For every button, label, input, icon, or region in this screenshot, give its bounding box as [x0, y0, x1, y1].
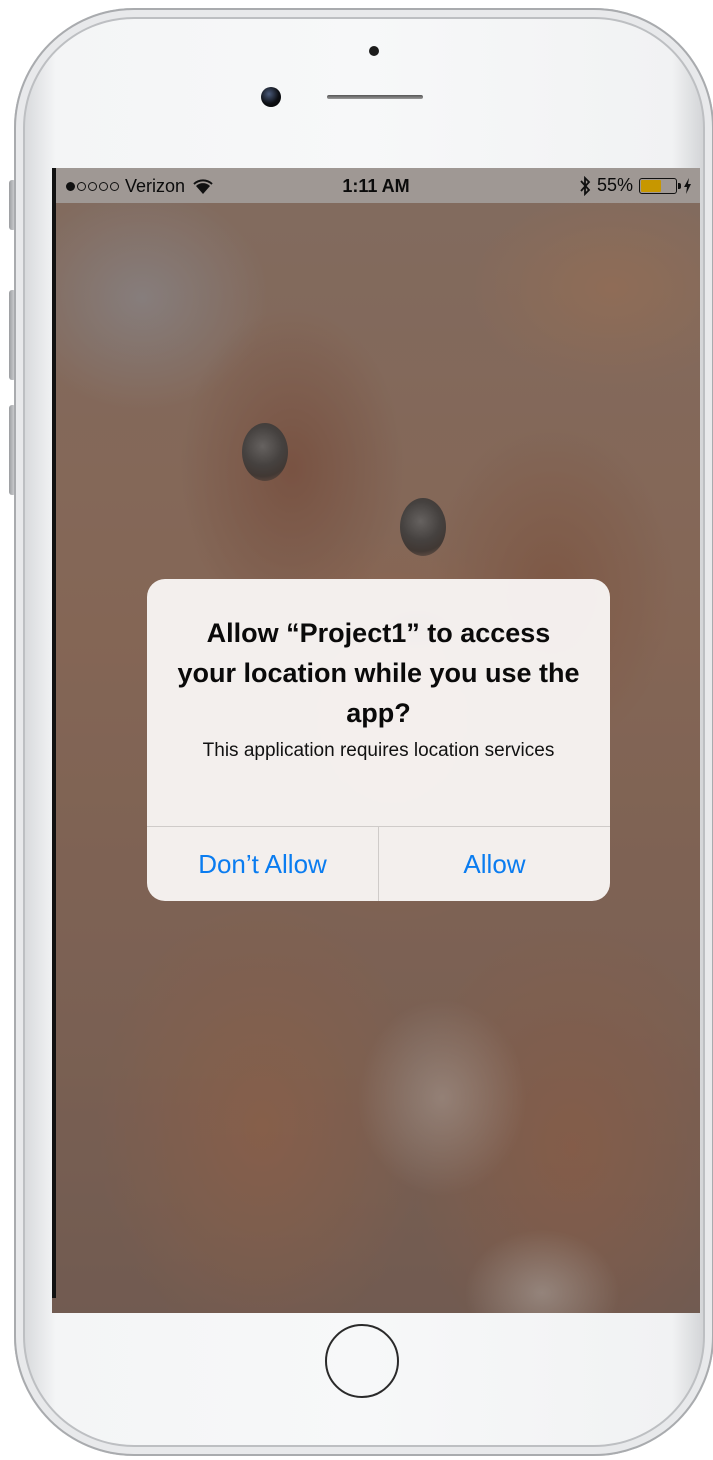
- location-permission-alert: Allow “Project1” to access your location…: [147, 579, 610, 901]
- earpiece-speaker: [327, 95, 423, 99]
- proximity-sensor: [369, 46, 379, 56]
- status-right-group: 55%: [579, 175, 692, 196]
- battery-nub: [678, 182, 681, 189]
- battery-fill: [641, 179, 661, 192]
- alert-title: Allow “Project1” to access your location…: [177, 618, 580, 728]
- battery-percent: 55%: [596, 175, 633, 195]
- dont-allow-button[interactable]: Don’t Allow: [147, 827, 378, 901]
- screen-left-edge: [52, 168, 56, 1298]
- bluetooth-icon: [580, 175, 591, 196]
- allow-button[interactable]: Allow: [379, 827, 610, 901]
- home-button[interactable]: [325, 1324, 399, 1398]
- alert-message: This application requires location servi…: [202, 740, 555, 761]
- battery-icon: [639, 177, 681, 194]
- status-bar: Verizon 1:11 AM 55%: [52, 168, 700, 203]
- charging-bolt-icon: [684, 177, 691, 194]
- front-camera: [261, 87, 281, 107]
